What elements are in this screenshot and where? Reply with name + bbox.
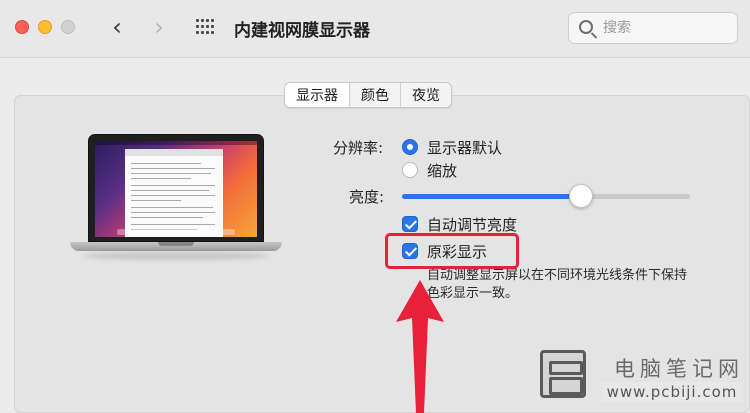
radio-default-resolution[interactable] bbox=[402, 139, 418, 155]
close-window-button[interactable] bbox=[15, 20, 29, 34]
chevron-left-icon: ‹ bbox=[112, 13, 122, 41]
tab-night-shift[interactable]: 夜览 bbox=[400, 83, 451, 107]
auto-brightness-label[interactable]: 自动调节亮度 bbox=[427, 214, 517, 235]
back-button[interactable]: ‹ bbox=[104, 12, 130, 42]
minimize-window-button[interactable] bbox=[38, 20, 52, 34]
resolution-label: 分辨率: bbox=[333, 139, 384, 157]
laptop-illustration bbox=[70, 134, 282, 264]
search-input[interactable] bbox=[603, 17, 731, 39]
annotation-arrow bbox=[396, 280, 444, 413]
title-bar: ‹ › 内建视网膜显示器 bbox=[0, 0, 750, 58]
watermark-logo bbox=[540, 350, 586, 398]
window-title: 内建视网膜显示器 bbox=[234, 21, 370, 41]
brightness-slider[interactable] bbox=[402, 184, 690, 208]
laptop-screen bbox=[95, 141, 257, 237]
forward-button[interactable]: › bbox=[146, 12, 172, 42]
chevron-right-icon: › bbox=[154, 13, 164, 41]
brightness-label: 亮度: bbox=[349, 188, 385, 206]
radio-scaled-resolution[interactable] bbox=[402, 162, 418, 178]
watermark-url: www.pcbiji.com bbox=[602, 382, 742, 402]
zoom-window-button[interactable] bbox=[61, 20, 75, 34]
true-tone-description: 自动调整显示屏以在不同环境光线条件下保持色彩显示一致。 bbox=[427, 268, 688, 301]
auto-brightness-checkbox[interactable] bbox=[402, 216, 418, 232]
dock bbox=[117, 229, 235, 235]
annotation-highlight-box bbox=[385, 233, 519, 269]
tab-color[interactable]: 颜色 bbox=[349, 83, 400, 107]
document-window bbox=[125, 149, 223, 237]
default-resolution-label[interactable]: 显示器默认 bbox=[427, 137, 502, 158]
watermark-site-name: 电脑笔记网 bbox=[614, 357, 744, 381]
brightness-slider-fill bbox=[402, 194, 581, 199]
scaled-resolution-label[interactable]: 缩放 bbox=[427, 160, 457, 181]
show-all-grid-icon[interactable] bbox=[196, 19, 216, 37]
brightness-slider-knob[interactable] bbox=[569, 184, 593, 208]
tab-display[interactable]: 显示器 bbox=[285, 83, 349, 107]
laptop-lid bbox=[88, 134, 264, 242]
tab-bar: 显示器 颜色 夜览 bbox=[284, 82, 452, 108]
search-field[interactable] bbox=[568, 12, 738, 44]
search-icon bbox=[579, 20, 593, 34]
